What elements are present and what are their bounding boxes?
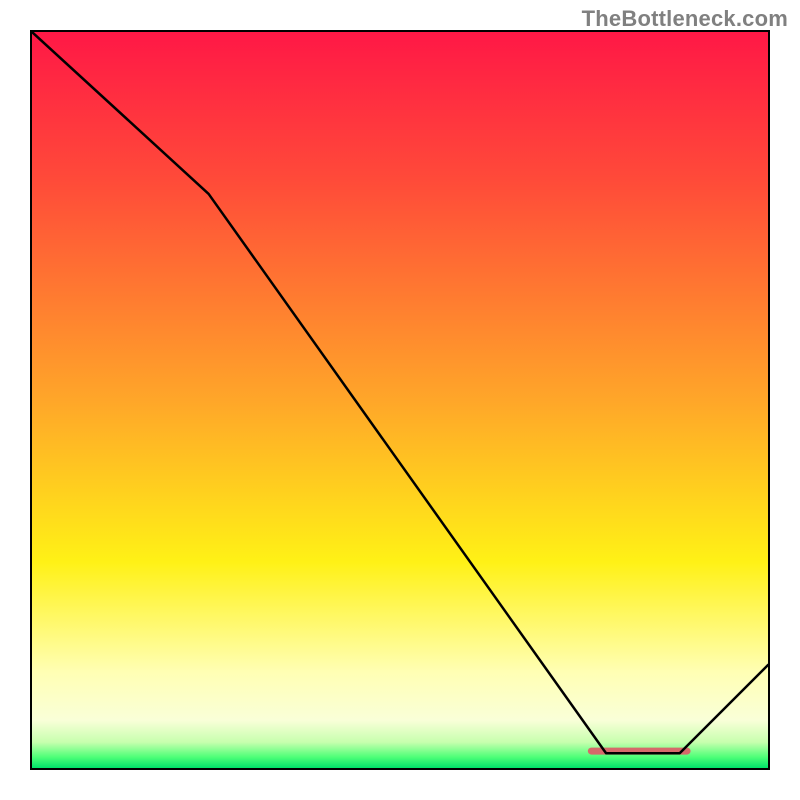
gradient-rect	[32, 32, 768, 768]
chart-container: TheBottleneck.com	[0, 0, 800, 800]
attribution-text: TheBottleneck.com	[582, 6, 788, 32]
plot-frame	[30, 30, 770, 770]
plot-svg	[32, 32, 768, 768]
